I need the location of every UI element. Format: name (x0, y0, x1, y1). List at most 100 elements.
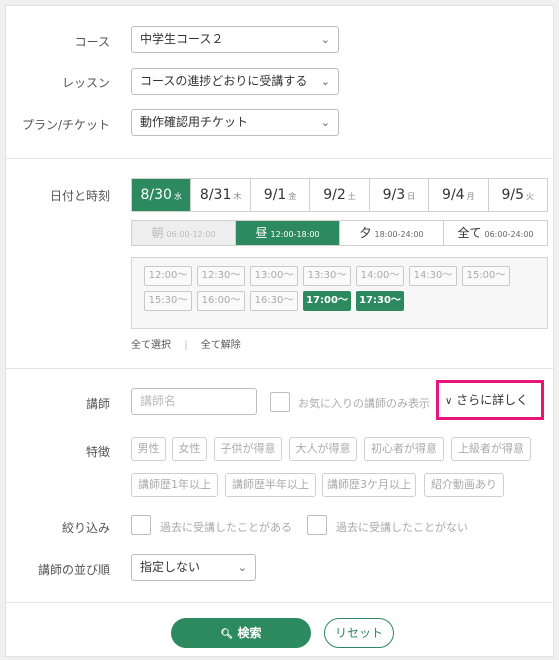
date-day: 8/31 (199, 187, 232, 203)
course-label: コース (74, 35, 110, 49)
chevron-down-icon: ∨ (445, 396, 453, 407)
search-icon: 🔍︎ (220, 629, 234, 640)
course-value: 中学生コース２ (140, 32, 224, 46)
date-day: 8/30 (140, 187, 172, 203)
period-tab[interactable]: 全て 06:00-24:00 (443, 221, 547, 245)
date-day: 9/5 (501, 187, 524, 203)
time-slot[interactable]: 13:00〜 (250, 266, 298, 286)
favorites-label: お気に入りの講師のみ表示 (298, 397, 430, 410)
time-slot[interactable]: 12:30〜 (197, 266, 245, 286)
link-divider: | (184, 340, 188, 351)
time-slot[interactable]: 14:30〜 (409, 266, 457, 286)
plan-value: 動作確認用チケット (140, 115, 249, 129)
feature-tag[interactable]: 初心者が得意 (364, 437, 444, 461)
time-slot[interactable]: 16:30〜 (250, 291, 298, 311)
date-tabs: 8/30 水 8/31 木 9/1 金 9/2 土 9/3 日 9/4 月 9/5 火 (131, 178, 548, 212)
favorites-checkbox[interactable] (270, 392, 290, 412)
plan-select[interactable]: 動作確認用チケット ⌄ (131, 109, 339, 136)
period-name: 全て (457, 226, 482, 240)
never-taken-label: 過去に受講したことがない (336, 521, 468, 534)
date-tab[interactable]: 9/1 金 (249, 179, 309, 211)
datetime-label: 日付と時刻 (49, 189, 110, 203)
more-details-label: さらに詳しく (456, 393, 529, 407)
time-slot[interactable]: 13:30〜 (303, 266, 351, 286)
taken-before-label: 過去に受講したことがある (160, 521, 292, 534)
period-name: 朝 (151, 226, 164, 240)
date-weekday: 金 (288, 192, 297, 201)
period-name: 夕 (359, 226, 372, 240)
divider (6, 602, 553, 603)
lesson-label: レッスン (61, 76, 110, 90)
sort-value: 指定しない (140, 560, 201, 574)
time-slot[interactable]: 17:30〜 (356, 291, 404, 311)
period-tab[interactable]: 昼 12:00-18:00 (235, 221, 339, 245)
date-tab[interactable]: 8/30 水 (132, 179, 191, 211)
lesson-select[interactable]: コースの進捗どおりに受講する ⌄ (131, 68, 339, 95)
date-day: 9/4 (442, 187, 465, 203)
never-taken-checkbox[interactable] (307, 515, 327, 535)
features-label: 特徴 (85, 445, 110, 459)
divider (6, 368, 553, 369)
date-tab[interactable]: 9/2 土 (309, 179, 368, 211)
period-tab[interactable]: 夕 18:00-24:00 (339, 221, 443, 245)
period-tabs: 朝 06:00-12:00 昼 12:00-18:00 夕 18:00-24:00 全… (131, 220, 548, 246)
feature-tag[interactable]: 講師歴半年以上 (225, 473, 316, 497)
sort-label: 講師の並び順 (37, 563, 110, 577)
time-slot[interactable]: 12:00〜 (144, 266, 192, 286)
feature-tag[interactable]: 上級者が得意 (451, 437, 531, 461)
period-range: 18:00-24:00 (374, 230, 424, 239)
date-day: 9/3 (382, 187, 406, 203)
teacher-name-input[interactable]: 講師名 (131, 388, 257, 415)
period-range: 06:00-12:00 (166, 230, 216, 239)
search-button[interactable]: 🔍︎ 検索 (171, 618, 311, 648)
date-weekday: 日 (407, 192, 416, 201)
date-weekday: 火 (526, 192, 534, 201)
deselect-all-link[interactable]: 全て解除 (201, 340, 241, 351)
sort-select[interactable]: 指定しない ⌄ (131, 554, 256, 581)
date-tab[interactable]: 9/5 火 (487, 179, 547, 211)
date-weekday: 土 (347, 192, 356, 201)
chevron-down-icon: ⌄ (320, 33, 330, 46)
time-slot[interactable]: 15:00〜 (462, 266, 510, 286)
taken-before-checkbox[interactable] (131, 515, 151, 535)
date-tab[interactable]: 9/4 月 (428, 179, 487, 211)
feature-tag[interactable]: 講師歴3ケ月以上 (322, 473, 416, 497)
date-day: 9/2 (323, 187, 346, 203)
filter-label: 絞り込み (61, 521, 110, 535)
chevron-down-icon: ⌄ (320, 75, 330, 88)
feature-tag[interactable]: 大人が得意 (289, 437, 357, 461)
period-name: 昼 (255, 226, 268, 240)
feature-tag[interactable]: 紹介動画あり (424, 473, 504, 497)
course-select[interactable]: 中学生コース２ ⌄ (131, 26, 339, 53)
date-tab[interactable]: 8/31 木 (190, 179, 249, 211)
divider (6, 158, 553, 159)
time-slot[interactable]: 17:00〜 (303, 291, 351, 311)
time-slot[interactable]: 14:00〜 (356, 266, 404, 286)
lesson-value: コースの進捗どおりに受講する (140, 74, 308, 88)
plan-label: プラン/チケット (21, 118, 110, 132)
slot-select-links: 全て選択 | 全て解除 (131, 336, 241, 351)
feature-tag[interactable]: 女性 (172, 437, 207, 461)
feature-tag[interactable]: 講師歴1年以上 (131, 473, 218, 497)
chevron-down-icon: ⌄ (237, 561, 247, 574)
search-button-label: 検索 (237, 626, 262, 640)
date-day: 9/1 (263, 187, 287, 203)
chevron-down-icon: ⌄ (320, 116, 330, 129)
search-panel: コース 中学生コース２ ⌄ レッスン コースの進捗どおりに受講する ⌄ プラン/… (5, 5, 554, 657)
reset-button[interactable]: リセット (324, 618, 394, 648)
select-all-link[interactable]: 全て選択 (131, 340, 171, 351)
teacher-label: 講師 (85, 397, 110, 411)
period-range: 12:00-18:00 (270, 230, 320, 239)
date-tab[interactable]: 9/3 日 (368, 179, 428, 211)
more-details-toggle[interactable]: ∨ さらに詳しく (436, 380, 544, 420)
period-range: 06:00-24:00 (484, 230, 534, 239)
feature-tag[interactable]: 男性 (131, 437, 166, 461)
time-slot-grid: 12:00〜 12:30〜 13:00〜 13:30〜 14:00〜 14:30… (131, 257, 548, 329)
date-weekday: 木 (233, 192, 242, 201)
date-weekday: 水 (173, 192, 182, 201)
feature-tag[interactable]: 子供が得意 (214, 437, 282, 461)
time-slot[interactable]: 15:30〜 (144, 291, 192, 311)
time-slot[interactable]: 16:00〜 (197, 291, 245, 311)
date-weekday: 月 (466, 192, 475, 201)
period-tab[interactable]: 朝 06:00-12:00 (132, 221, 235, 245)
